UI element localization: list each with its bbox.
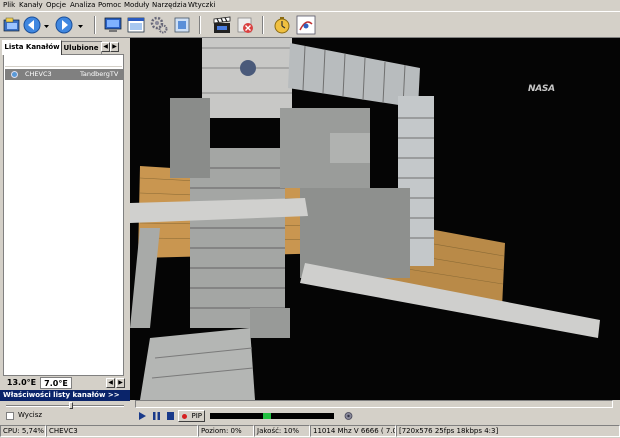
menu-kanaly[interactable]: Kanały bbox=[19, 1, 43, 10]
menu-wtyczki[interactable]: Wtyczki bbox=[188, 1, 215, 10]
menu-narzedzia[interactable]: Narzędzia bbox=[152, 1, 187, 10]
channel-panel: Lista Kanałów Ulubione ◀ ▶ CHEVC3 Tandbe… bbox=[0, 38, 130, 420]
signal-quality-fill bbox=[263, 413, 271, 419]
menu-plik[interactable]: Plik bbox=[3, 1, 15, 10]
menu-pomoc[interactable]: Pomoc bbox=[98, 1, 121, 10]
back-icon[interactable] bbox=[22, 15, 42, 35]
nasa-logo: NASA bbox=[528, 84, 555, 94]
menu-bar: Plik Kanały Opcje Analiza Pomoc Moduły N… bbox=[0, 0, 620, 11]
forward-icon[interactable] bbox=[54, 15, 74, 35]
pip-button[interactable]: PIP bbox=[178, 410, 205, 422]
play-icon[interactable] bbox=[136, 410, 149, 422]
position-right-label[interactable]: 7.0°E bbox=[40, 377, 72, 389]
status-video-info: [720x576 25fps 18kbps 4:3] bbox=[396, 425, 620, 437]
pause-icon[interactable] bbox=[150, 410, 163, 422]
channel-list[interactable]: CHEVC3 TandbergTV bbox=[3, 54, 124, 376]
status-quality: Jakość: 10% bbox=[254, 425, 310, 437]
signal-quality-meter bbox=[260, 413, 334, 419]
record-dot-icon bbox=[182, 414, 187, 419]
menu-analiza[interactable]: Analiza bbox=[70, 1, 95, 10]
video-display[interactable]: NASA bbox=[130, 38, 620, 400]
monitor-icon[interactable] bbox=[103, 15, 123, 35]
timer-icon[interactable] bbox=[272, 15, 292, 35]
clapperboard-icon[interactable] bbox=[212, 15, 232, 35]
playback-controls: PIP bbox=[130, 409, 620, 424]
tab-favorites[interactable]: Ulubione bbox=[60, 41, 102, 55]
position-next-button[interactable]: ▶ bbox=[116, 378, 125, 388]
position-prev-button[interactable]: ◀ bbox=[106, 378, 115, 388]
position-left-label: 13.0°E bbox=[6, 378, 37, 387]
stop-icon[interactable] bbox=[164, 410, 177, 422]
toolbar bbox=[0, 11, 620, 38]
volume-slider[interactable] bbox=[6, 402, 124, 409]
toolbar-separator bbox=[94, 16, 96, 34]
status-level: Poziom: 0% bbox=[198, 425, 254, 437]
capture-icon[interactable] bbox=[172, 15, 192, 35]
seek-bar[interactable] bbox=[135, 400, 613, 408]
list-item[interactable]: CHEVC3 TandbergTV bbox=[5, 69, 123, 80]
channel-name: CHEVC3 bbox=[25, 70, 52, 78]
satellite-icon[interactable] bbox=[296, 15, 316, 35]
pip-label: PIP bbox=[191, 412, 202, 420]
settings-icon[interactable] bbox=[149, 15, 169, 35]
tab-scroll-left-button[interactable]: ◀ bbox=[101, 42, 110, 52]
clear-icon[interactable] bbox=[235, 15, 255, 35]
toolbar-separator bbox=[262, 16, 264, 34]
status-bar: CPU: 5,74% CHEVC3 Poziom: 0% Jakość: 10%… bbox=[0, 424, 620, 438]
status-cpu: CPU: 5,74% bbox=[0, 425, 46, 437]
speaker-icon[interactable] bbox=[342, 410, 355, 422]
status-frequency: 11014 Mhz V 6666 ( 7.0° E) bbox=[310, 425, 396, 437]
mute-checkbox[interactable] bbox=[6, 412, 14, 420]
open-icon[interactable] bbox=[2, 15, 22, 35]
toolbar-separator bbox=[199, 16, 201, 34]
channel-list-header bbox=[5, 56, 122, 67]
mute-label: Wycisz bbox=[18, 411, 43, 419]
chevron-down-icon[interactable] bbox=[78, 22, 83, 28]
channel-list-properties-header[interactable]: Właściwości listy kanałów >> bbox=[0, 390, 130, 401]
status-channel: CHEVC3 bbox=[46, 425, 198, 437]
menu-moduly[interactable]: Moduły bbox=[124, 1, 149, 10]
tab-scroll-right-button[interactable]: ▶ bbox=[110, 42, 119, 52]
tab-channel-list[interactable]: Lista Kanałów bbox=[2, 40, 62, 55]
chevron-down-icon[interactable] bbox=[44, 22, 49, 28]
volume-slider-thumb[interactable] bbox=[69, 402, 73, 409]
channel-provider: TandbergTV bbox=[80, 70, 119, 78]
menu-opcje[interactable]: Opcje bbox=[46, 1, 66, 10]
window-icon[interactable] bbox=[126, 15, 146, 35]
satellite-dish-icon bbox=[11, 71, 18, 78]
